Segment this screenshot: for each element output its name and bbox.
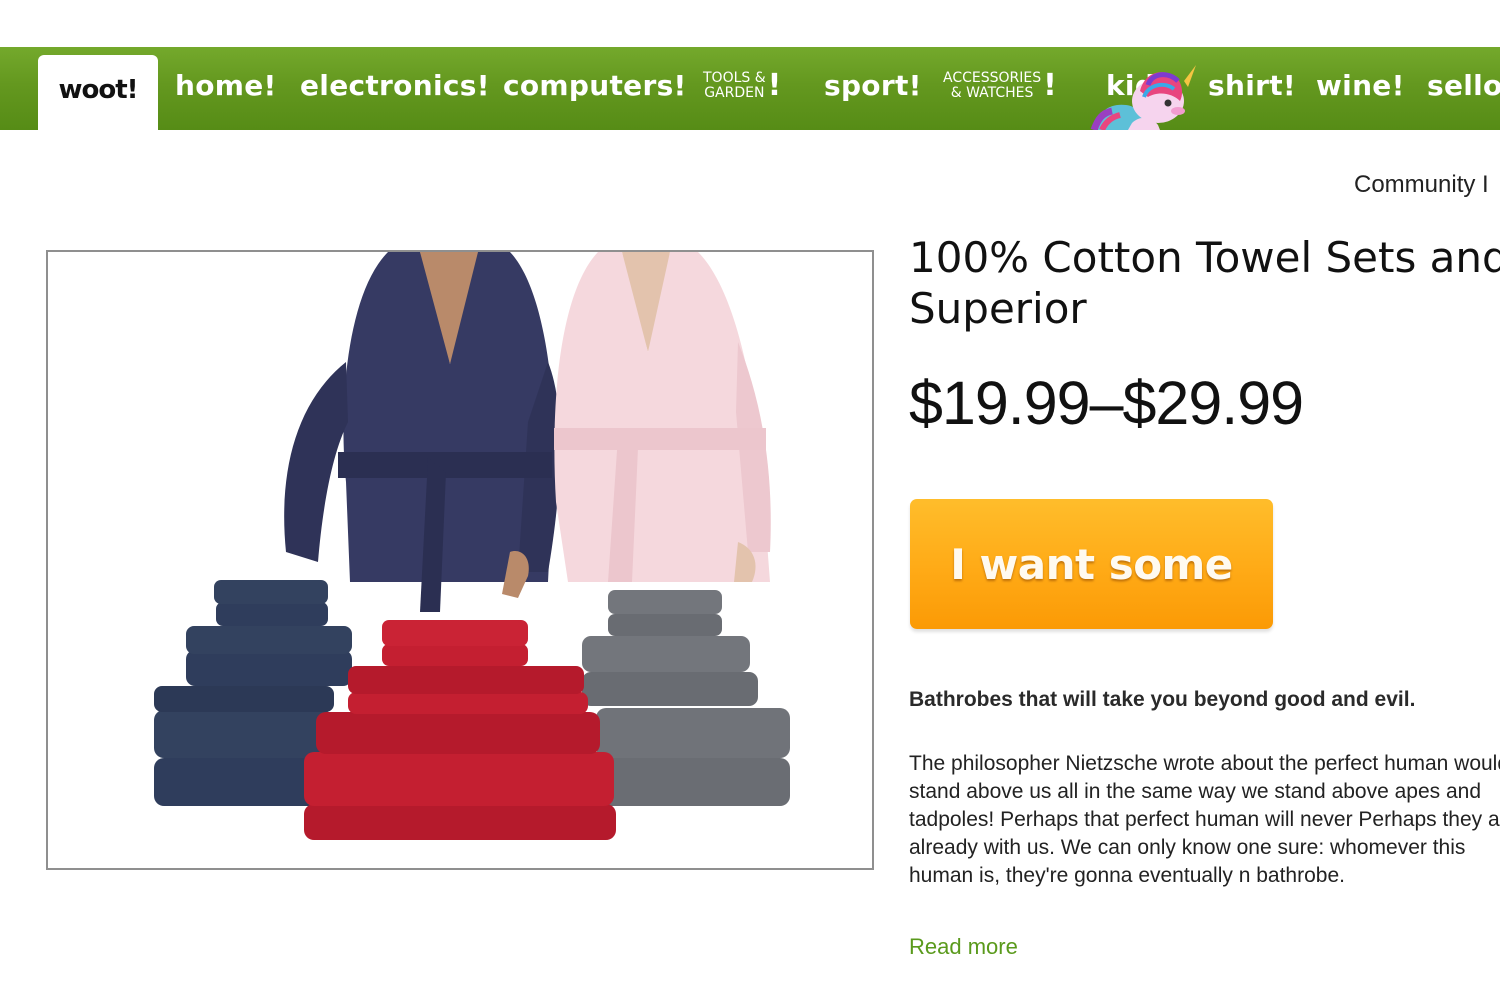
woot-logo: woot! [58, 74, 138, 105]
nav-item-computers[interactable]: computers! [503, 47, 687, 130]
product-photo [154, 252, 790, 840]
nav-item-electronics-label: electronics! [300, 69, 490, 102]
product-title: 100% Cotton Towel Sets and Superior [909, 233, 1500, 333]
nav-item-tools-garden-bang: ! [767, 68, 782, 103]
unicorn-icon [1090, 65, 1196, 130]
nav-item-tools-garden-line2: GARDEN [704, 84, 765, 101]
nav-item-wine[interactable]: wine! [1316, 47, 1405, 130]
product-description: The philosopher Nietzsche wrote about th… [909, 752, 1500, 887]
community-link[interactable]: Community I [1354, 171, 1489, 199]
nav-item-home[interactable]: home! [175, 47, 277, 130]
read-more-link[interactable]: Read more [909, 934, 1018, 960]
nav-item-wine-label: wine! [1316, 69, 1405, 102]
nav-item-computers-label: computers! [503, 69, 687, 102]
woot-logo-tab[interactable]: woot! [38, 55, 158, 130]
i-want-some-button-label: I want some [950, 539, 1233, 589]
nav-item-accessories-bang: ! [1043, 68, 1057, 103]
nav-item-shirt[interactable]: shirt! [1208, 47, 1296, 130]
top-navigation: woot! home! electronics! computers! TOOL… [0, 47, 1500, 130]
pink-robe-belt [554, 428, 766, 450]
nav-item-accessories-watches[interactable]: ACCESSORIES & WATCHES ! [943, 47, 1057, 130]
i-want-some-button[interactable]: I want some [910, 499, 1273, 629]
nav-item-tools-garden-line1: TOOLS & [703, 69, 766, 86]
nav-item-tools-garden[interactable]: TOOLS & GARDEN ! [703, 47, 781, 130]
red-towel-stack [304, 620, 616, 840]
nav-item-shirt-label: shirt! [1208, 69, 1296, 102]
product-tagline: Bathrobes that will take you beyond good… [909, 688, 1416, 711]
nav-item-tools-garden-label: TOOLS & GARDEN [703, 69, 766, 101]
nav-item-sport-label: sport! [824, 69, 922, 102]
nav-item-electronics[interactable]: electronics! [300, 47, 490, 130]
nav-item-home-label: home! [175, 69, 277, 102]
nav-item-sport[interactable]: sport! [824, 47, 922, 130]
product-image[interactable] [46, 250, 874, 870]
nav-item-accessories-watches-label: ACCESSORIES & WATCHES [943, 69, 1042, 101]
nav-item-sellout-label: sellout [1427, 69, 1500, 102]
nav-item-sellout[interactable]: sellout [1427, 47, 1500, 130]
product-price: $19.99–$29.99 [909, 369, 1304, 437]
nav-item-accessories-line2: & WATCHES [950, 84, 1034, 101]
nav-item-accessories-line1: ACCESSORIES [943, 69, 1042, 86]
